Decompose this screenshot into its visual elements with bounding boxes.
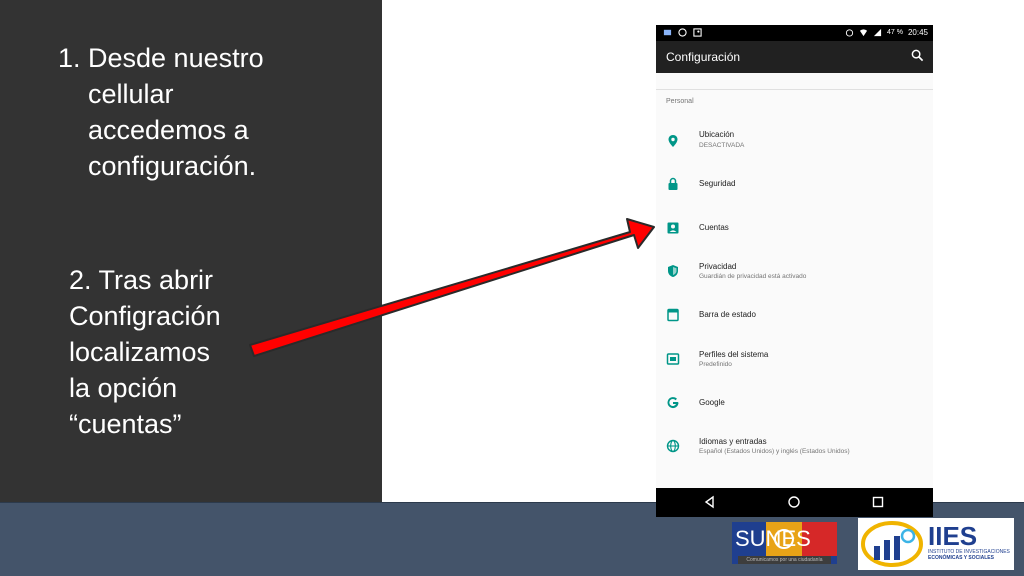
status-bar-icon [667, 308, 679, 322]
whatsapp-icon [678, 28, 687, 37]
settings-item-perfiles[interactable]: Perfiles del sistema Predefinido [656, 339, 933, 379]
settings-item-label: Google [699, 398, 725, 407]
globe-icon [666, 439, 680, 453]
settings-item-google[interactable]: Google [656, 383, 933, 423]
iies-wordmark: IIES [928, 521, 978, 551]
settings-item-label: Privacidad [699, 262, 737, 271]
settings-item-sub: DESACTIVADA [699, 142, 745, 149]
settings-item-label: Cuentas [699, 223, 729, 232]
section-header: Personal [666, 98, 694, 105]
step-2-text: 2. Tras abrir Configración localizamos l… [69, 262, 349, 442]
photo-icon [693, 28, 702, 37]
settings-item-seguridad[interactable]: Seguridad [656, 164, 933, 204]
settings-item-idiomas[interactable]: Idiomas y entradas Español (Estados Unid… [656, 426, 933, 466]
step-1-text: 1. Desde nuestro cellular accedemos a co… [58, 40, 358, 184]
app-bar: Configuración [656, 41, 933, 73]
iies-subtitle-2: ECONÓMICAS Y SOCIALES [928, 555, 994, 561]
settings-item-sub: Guardián de privacidad está activado [699, 273, 807, 280]
section-divider [656, 89, 933, 90]
settings-item-privacidad[interactable]: Privacidad Guardián de privacidad está a… [656, 251, 933, 291]
step-1-line: Desde nuestro [88, 43, 264, 73]
back-icon[interactable] [703, 495, 717, 509]
step-1-number: 1. [58, 43, 81, 73]
settings-item-label: Barra de estado [699, 310, 756, 319]
settings-item-label: Perfiles del sistema [699, 350, 769, 359]
iies-emblem-icon [861, 521, 923, 567]
settings-item-barra-de-estado[interactable]: Barra de estado [656, 295, 933, 335]
settings-item-sub: Predefinido [699, 361, 732, 368]
sunes-wordmark: SUNES [735, 526, 811, 551]
status-bar: 47 % 20:45 [656, 25, 933, 41]
shield-icon [668, 265, 678, 277]
step-1-line: accedemos a [88, 115, 249, 145]
account-icon [667, 222, 679, 234]
profiles-icon [666, 353, 680, 365]
settings-item-cuentas[interactable]: Cuentas [656, 208, 933, 248]
step-2-line: “cuentas” [69, 409, 182, 439]
step-1-line: cellular [88, 79, 174, 109]
settings-item-label: Seguridad [699, 179, 736, 188]
settings-item-label: Ubicación [699, 130, 735, 139]
step-2-line: la opción [69, 373, 178, 403]
step-1-line: configuración. [88, 151, 257, 181]
phone-screenshot: 47 % 20:45 Configuración Personal Ubicac… [656, 25, 933, 517]
settings-item-ubicacion[interactable]: Ubicación DESACTIVADA [656, 120, 933, 160]
nav-bar [656, 488, 933, 517]
step-2-line: Configración [69, 301, 221, 331]
wifi-icon [859, 29, 868, 37]
settings-item-label: Idiomas y entradas [699, 437, 767, 446]
settings-item-sub: Español (Estados Unidos) y inglés (Estad… [699, 448, 850, 455]
google-icon [667, 397, 679, 409]
iies-logo: IIES INSTITUTO DE INVESTIGACIONES ECONÓM… [858, 518, 1014, 570]
app-bar-title: Configuración [666, 50, 741, 64]
gallery-icon [663, 29, 672, 36]
sunes-tagline: Comunicamos por una ciudadanía [738, 556, 831, 564]
home-icon[interactable] [787, 495, 801, 509]
sunes-logo: SUNES Comunicamos por una ciudadanía [732, 522, 837, 564]
alarm-icon [845, 29, 854, 37]
clock: 20:45 [907, 28, 928, 37]
step-2-line: 2. Tras abrir [69, 265, 214, 295]
battery-level: 47 % [887, 29, 903, 36]
signal-icon [873, 28, 882, 37]
search-icon[interactable] [911, 49, 924, 62]
recents-icon[interactable] [871, 495, 885, 509]
step-2-line: localizamos [69, 337, 211, 367]
location-icon [668, 135, 678, 147]
lock-icon [668, 177, 678, 190]
